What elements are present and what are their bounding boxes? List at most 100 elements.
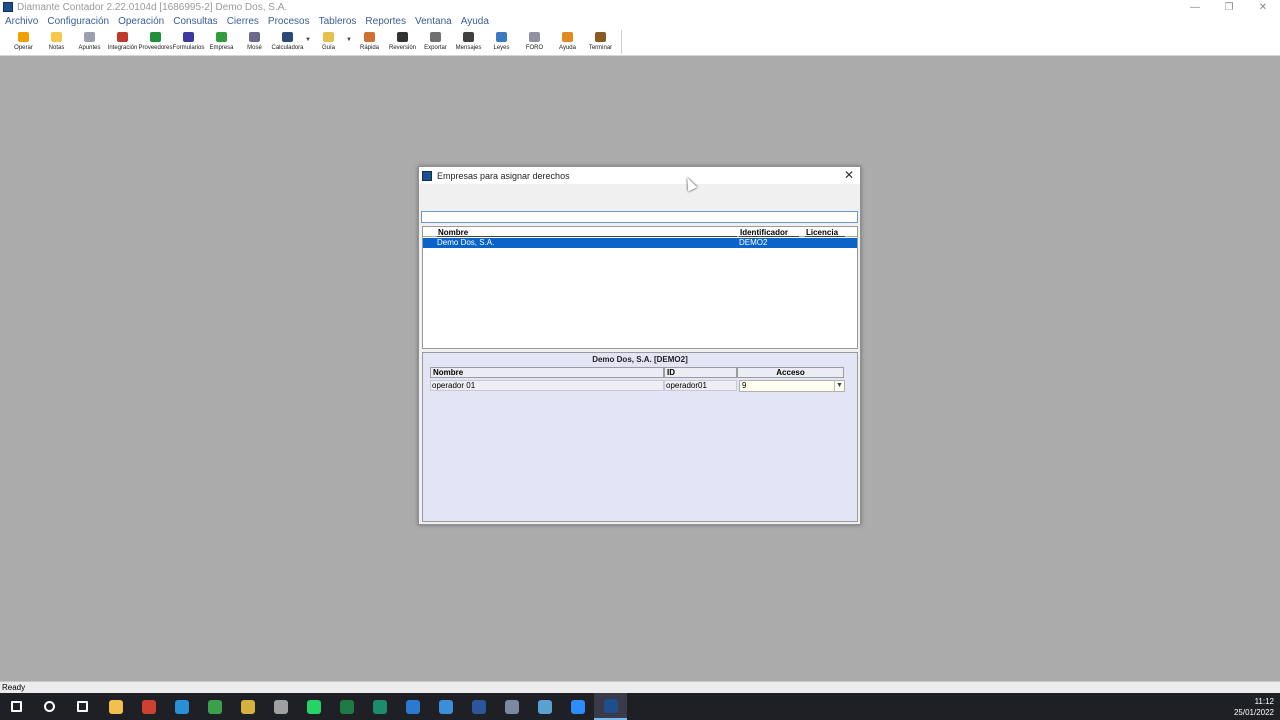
user-name-cell: operador 01 <box>430 380 664 391</box>
toolbar-label: Calculadora <box>271 45 304 51</box>
close-icon[interactable]: ✕ <box>842 168 856 182</box>
toolbar-label: FORO <box>525 45 544 51</box>
supplier-icon <box>150 32 161 42</box>
menu-procesos[interactable]: Procesos <box>268 16 310 27</box>
close-window-button[interactable]: ✕ <box>1246 0 1280 14</box>
toolbar-label: Terminar <box>588 45 613 51</box>
clock-time: 11:12 <box>1254 697 1274 706</box>
list-item-selected[interactable]: Demo Dos, S.A. DEMO2 <box>423 238 857 248</box>
toolbar-label: Reversión <box>388 45 416 51</box>
chevron-down-icon[interactable]: ▼ <box>345 29 353 55</box>
taskbar-excel-button[interactable] <box>330 693 363 720</box>
taskbar-camera-button[interactable] <box>495 693 528 720</box>
dialog-app-icon <box>422 170 432 181</box>
menu-ayuda[interactable]: Ayuda <box>461 16 489 27</box>
minimize-button[interactable]: — <box>1178 0 1212 14</box>
taskbar-word-button[interactable] <box>462 693 495 720</box>
excel-icon <box>339 699 354 714</box>
taskbar-zoom-button[interactable] <box>561 693 594 720</box>
table-row[interactable]: operador 01 operador01 9 ▼ <box>430 380 845 392</box>
toolbar-button-reversi-n[interactable]: Reversión <box>386 29 419 55</box>
toolbar-button-operar[interactable]: Operar <box>7 29 40 55</box>
companies-list: Nombre Identificador Licencia Demo Dos, … <box>422 226 858 349</box>
camera-icon <box>504 699 519 714</box>
taskbar-diamante-button[interactable] <box>594 693 627 720</box>
edge-icon <box>174 699 189 714</box>
menu-ventana[interactable]: Ventana <box>415 16 452 27</box>
column-header-id[interactable]: ID <box>664 367 737 378</box>
toolbar-button-mensajes[interactable]: Mensajes <box>452 29 485 55</box>
toolbar-button-r-pida[interactable]: Rápida <box>353 29 386 55</box>
toolbar-button-ayuda[interactable]: Ayuda <box>551 29 584 55</box>
toolbar-button-exportar[interactable]: Exportar <box>419 29 452 55</box>
window-controls: — ❐ ✕ <box>1178 0 1280 14</box>
column-header-acceso[interactable]: Acceso <box>737 367 844 378</box>
taskbar-app-vc-button[interactable] <box>396 693 429 720</box>
toolbar-button-calculadora[interactable]: Calculadora <box>271 29 304 55</box>
toolbar-label: Ayuda <box>559 45 576 51</box>
app-red-icon <box>141 699 156 714</box>
restore-button[interactable]: ❐ <box>1212 0 1246 14</box>
search-input[interactable] <box>421 211 858 223</box>
taskbar-app-e-button[interactable] <box>363 693 396 720</box>
app-gray-icon <box>273 699 288 714</box>
menu-cierres[interactable]: Cierres <box>227 16 259 27</box>
menu-tableros[interactable]: Tableros <box>319 16 357 27</box>
toolbar-button-gu-a[interactable]: Guía <box>312 29 345 55</box>
taskbar-clock[interactable]: 11:12 25/01/2022 <box>1234 696 1274 718</box>
toolbar-button-integraci-n[interactable]: Integración <box>106 29 139 55</box>
export-icon <box>430 32 441 42</box>
app-green-icon <box>207 699 222 714</box>
menu-archivo[interactable]: Archivo <box>5 16 38 27</box>
lightning-icon <box>18 32 29 42</box>
taskbar-app-yellow-button[interactable] <box>231 693 264 720</box>
window-title: Diamante Contador 2.22.0104d [1686995-2]… <box>17 1 288 13</box>
column-header-nombre[interactable]: Nombre <box>430 367 664 378</box>
scales-icon <box>496 32 507 42</box>
taskbar-edge-button[interactable] <box>165 693 198 720</box>
chevron-down-icon[interactable]: ▼ <box>834 381 844 391</box>
toolbar-label: Mosé <box>247 45 262 51</box>
dialog-title: Empresas para asignar derechos <box>437 170 570 181</box>
status-bar: Ready <box>0 681 1280 693</box>
start-icon <box>11 701 22 712</box>
task-view-icon <box>77 701 88 712</box>
taskbar-app-red-button[interactable] <box>132 693 165 720</box>
toolbar-button-notas[interactable]: Notas <box>40 29 73 55</box>
taskbar-app-gray-button[interactable] <box>264 693 297 720</box>
menu-configuracion[interactable]: Configuración <box>47 16 109 27</box>
access-level-select[interactable]: 9 ▼ <box>739 380 845 392</box>
taskbar-app-green-button[interactable] <box>198 693 231 720</box>
user-id-cell: operador01 <box>664 380 737 391</box>
toolbar-button-apuntes[interactable]: Apuntes <box>73 29 106 55</box>
app-yellow-icon <box>240 699 255 714</box>
toolbar-button-terminar[interactable]: Terminar <box>584 29 617 55</box>
chevron-down-icon[interactable]: ▼ <box>304 29 312 55</box>
taskbar-file-explorer-button[interactable] <box>99 693 132 720</box>
search-icon <box>463 32 474 42</box>
toolbar-label: Operar <box>14 45 33 51</box>
menu-consultas[interactable]: Consultas <box>173 16 217 27</box>
diamante-icon <box>603 698 618 713</box>
toolbar-button-leyes[interactable]: Leyes <box>485 29 518 55</box>
toolbar-label: Proveedores <box>138 45 173 51</box>
toolbar-button-formularios[interactable]: Formularios <box>172 29 205 55</box>
calculator-icon <box>282 32 293 42</box>
taskbar-start-button[interactable] <box>0 693 33 720</box>
menu-operacion[interactable]: Operación <box>118 16 164 27</box>
menu-reportes[interactable]: Reportes <box>365 16 406 27</box>
taskbar-whatsapp-button[interactable] <box>297 693 330 720</box>
toolbar-button-foro[interactable]: FORO <box>518 29 551 55</box>
taskbar-notepad-button[interactable] <box>528 693 561 720</box>
toolbar-button-proveedores[interactable]: Proveedores <box>138 29 173 55</box>
company-name-cell: Demo Dos, S.A. <box>437 238 495 247</box>
status-text: Ready <box>2 683 26 692</box>
toolbar-button-mos-[interactable]: Mosé <box>238 29 271 55</box>
companies-rights-dialog: Empresas para asignar derechos ✕ Nombre … <box>418 166 861 525</box>
notebook-icon <box>84 32 95 42</box>
toolbar-button-empresa[interactable]: Empresa <box>205 29 238 55</box>
taskbar-task-view-button[interactable] <box>66 693 99 720</box>
taskbar-search-button[interactable] <box>33 693 66 720</box>
app-vc-icon <box>405 699 420 714</box>
taskbar-chrome-button[interactable] <box>429 693 462 720</box>
